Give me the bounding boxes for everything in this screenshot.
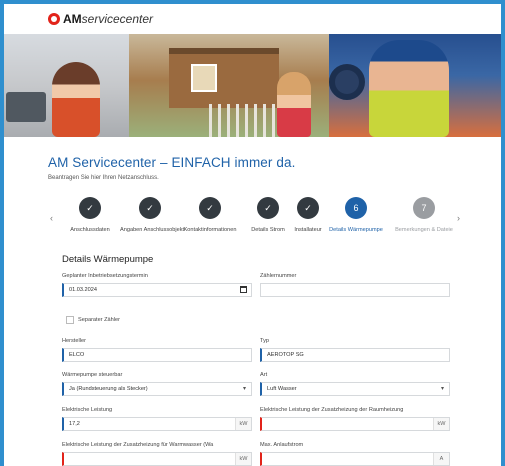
unit-label: kW	[235, 453, 251, 465]
field-label: Elektrische Leistung der Zusatzheizung f…	[62, 442, 214, 448]
step-3[interactable]: ✓ Kontaktinformationen	[180, 197, 240, 233]
logo-mark-icon	[48, 13, 60, 25]
step-6[interactable]: 6 Details Wärmepumpe	[326, 197, 386, 233]
chevron-down-icon: ▾	[440, 386, 444, 392]
stepper: ‹ › ✓ Anschlussdaten ✓ Angaben Anschluss…	[50, 193, 460, 243]
date-field-value: 01.03.2024	[69, 287, 97, 293]
checkmark-icon: ✓	[139, 197, 161, 219]
stepper-next-icon[interactable]: ›	[457, 213, 460, 223]
hero-image-woman	[4, 34, 129, 137]
stepper-prev-icon[interactable]: ‹	[50, 213, 53, 223]
unit-label: kW	[433, 418, 449, 430]
field-label: Zählernummer	[260, 273, 297, 279]
unit-label: A	[433, 453, 449, 465]
checkmark-icon: ✓	[297, 197, 319, 219]
step-label: Anschlussdaten	[70, 227, 110, 233]
field-label: Elektrische Leistung	[62, 407, 113, 413]
step-label: Bemerkungen & Dateie	[395, 227, 453, 233]
chevron-down-icon: ▾	[242, 386, 246, 392]
step-number: 7	[413, 197, 435, 219]
hero-image-house	[129, 34, 329, 137]
hersteller-input[interactable]: ELCO	[62, 348, 252, 362]
logo-prefix: AM	[63, 12, 82, 26]
field-label: Typ	[260, 338, 270, 344]
section-title: Details Wärmepumpe	[62, 254, 154, 265]
calendar-icon[interactable]	[240, 286, 247, 293]
header: AMservicecenter	[4, 4, 501, 34]
field-label: Hersteller	[62, 338, 86, 344]
logo[interactable]: AMservicecenter	[48, 12, 153, 26]
page: AMservicecenter AM Servicecenter – EINFA…	[4, 4, 501, 466]
hero-banner	[4, 34, 501, 137]
step-number: 6	[345, 197, 367, 219]
field-label: Wärmepumpe steuerbar	[62, 372, 123, 378]
field-label: Elektrische Leistung der Zusatzheizung d…	[260, 407, 404, 413]
worker-image	[369, 40, 449, 137]
step-1[interactable]: ✓ Anschlussdaten	[60, 197, 120, 233]
woman-image	[52, 62, 100, 137]
separater-zaehler-checkbox[interactable]	[66, 316, 74, 324]
checkmark-icon: ✓	[199, 197, 221, 219]
field-label: Art	[260, 372, 268, 378]
art-select[interactable]: Luft Wasser ▾	[260, 382, 450, 396]
hero-image-worker	[329, 34, 501, 137]
child-image	[277, 72, 311, 137]
zusatz-ww-input[interactable]: kW	[62, 452, 252, 466]
page-subtitle: Beantragen Sie hier Ihren Netzanschluss.	[48, 175, 159, 181]
step-label: Details Wärmepumpe	[329, 227, 383, 233]
checkmark-icon: ✓	[257, 197, 279, 219]
step-2[interactable]: ✓ Angaben Anschlussobjekt	[120, 197, 185, 233]
anlaufstrom-input[interactable]: A	[260, 452, 450, 466]
laptop-image	[6, 92, 46, 122]
step-7[interactable]: 7 Bemerkungen & Dateie	[394, 197, 454, 233]
steuerbar-select[interactable]: Ja (Rundsteuerung als Stecker) ▾	[62, 382, 252, 396]
date-field[interactable]: 01.03.2024	[62, 283, 252, 297]
field-label: Max. Anlaufstrom	[260, 442, 304, 448]
house-image	[169, 48, 279, 108]
window-image	[191, 64, 217, 92]
zusatz-raum-input[interactable]: kW	[260, 417, 450, 431]
checkbox-label: Separater Zähler	[78, 317, 120, 323]
valve-image	[329, 64, 365, 100]
step-label: Kontaktinformationen	[183, 227, 237, 233]
unit-label: kW	[235, 418, 251, 430]
typ-input[interactable]: AEROTOP SG	[260, 348, 450, 362]
step-label: Angaben Anschlussobjekt	[120, 227, 185, 233]
fence-image	[209, 104, 279, 137]
page-title: AM Servicecenter – EINFACH immer da.	[48, 155, 296, 170]
logo-suffix: servicecenter	[81, 12, 154, 26]
leistung-input[interactable]: 17,2 kW	[62, 417, 252, 431]
checkmark-icon: ✓	[79, 197, 101, 219]
field-label: Geplanter Inbetriebsetzungstermin	[62, 273, 148, 279]
zaehlernummer-input[interactable]	[260, 283, 450, 297]
